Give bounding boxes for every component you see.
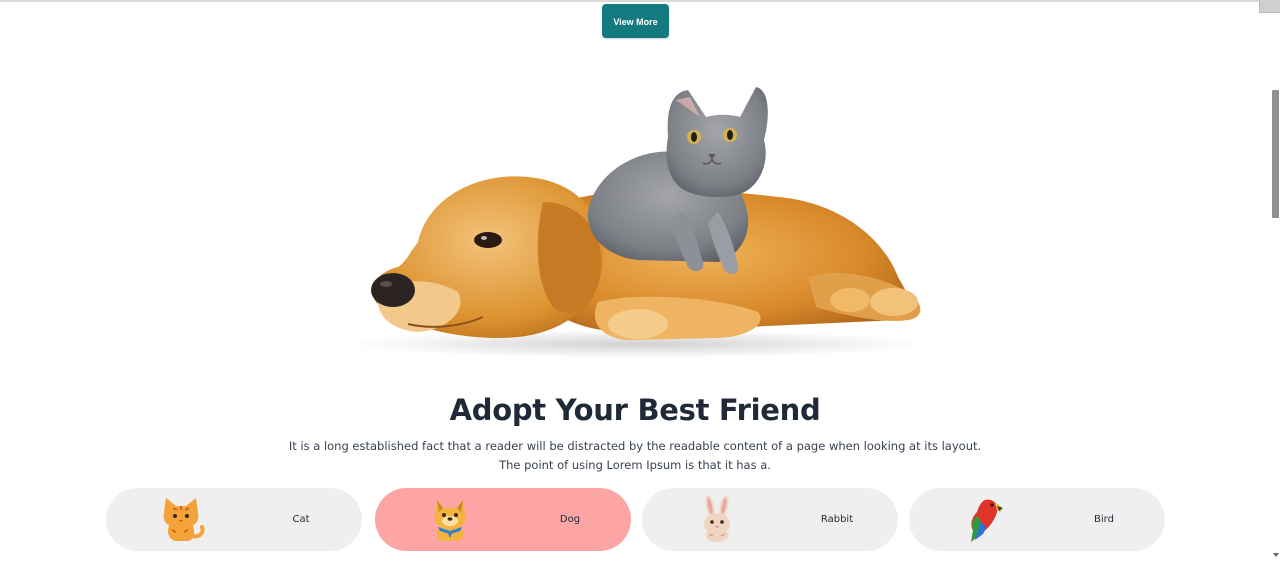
- scroll-down-arrow-icon[interactable]: [1273, 553, 1279, 557]
- page: View More Adopt Your Best Friend It is a…: [0, 0, 1280, 561]
- dog-icon: [434, 500, 466, 541]
- vertical-scrollbar[interactable]: [1271, 0, 1280, 561]
- pet-card-dog[interactable]: Dog: [375, 488, 631, 551]
- pet-card-rabbit[interactable]: Rabbit: [642, 488, 898, 551]
- pet-card-bird[interactable]: Bird: [909, 488, 1165, 551]
- hero-image: [348, 87, 928, 358]
- pet-card-cat[interactable]: Cat: [106, 488, 362, 551]
- scrollbar-thumb[interactable]: [1272, 90, 1279, 218]
- window-corner: [1259, 0, 1280, 13]
- top-divider: [0, 0, 1280, 2]
- pet-label-bird: Bird: [1094, 514, 1114, 525]
- page-title: Adopt Your Best Friend: [449, 393, 821, 427]
- pet-label-rabbit: Rabbit: [820, 514, 854, 525]
- view-more-button[interactable]: View More: [602, 4, 669, 38]
- pet-label-dog: Dog: [559, 514, 581, 525]
- pet-category-list: Cat Dog Rabbit Bird: [106, 488, 1166, 551]
- rabbit-icon: [704, 495, 730, 542]
- parrot-icon: [971, 499, 1003, 542]
- page-description: It is a long established fact that a rea…: [288, 439, 982, 472]
- cat-icon: [163, 498, 205, 541]
- pet-label-cat: Cat: [292, 514, 310, 525]
